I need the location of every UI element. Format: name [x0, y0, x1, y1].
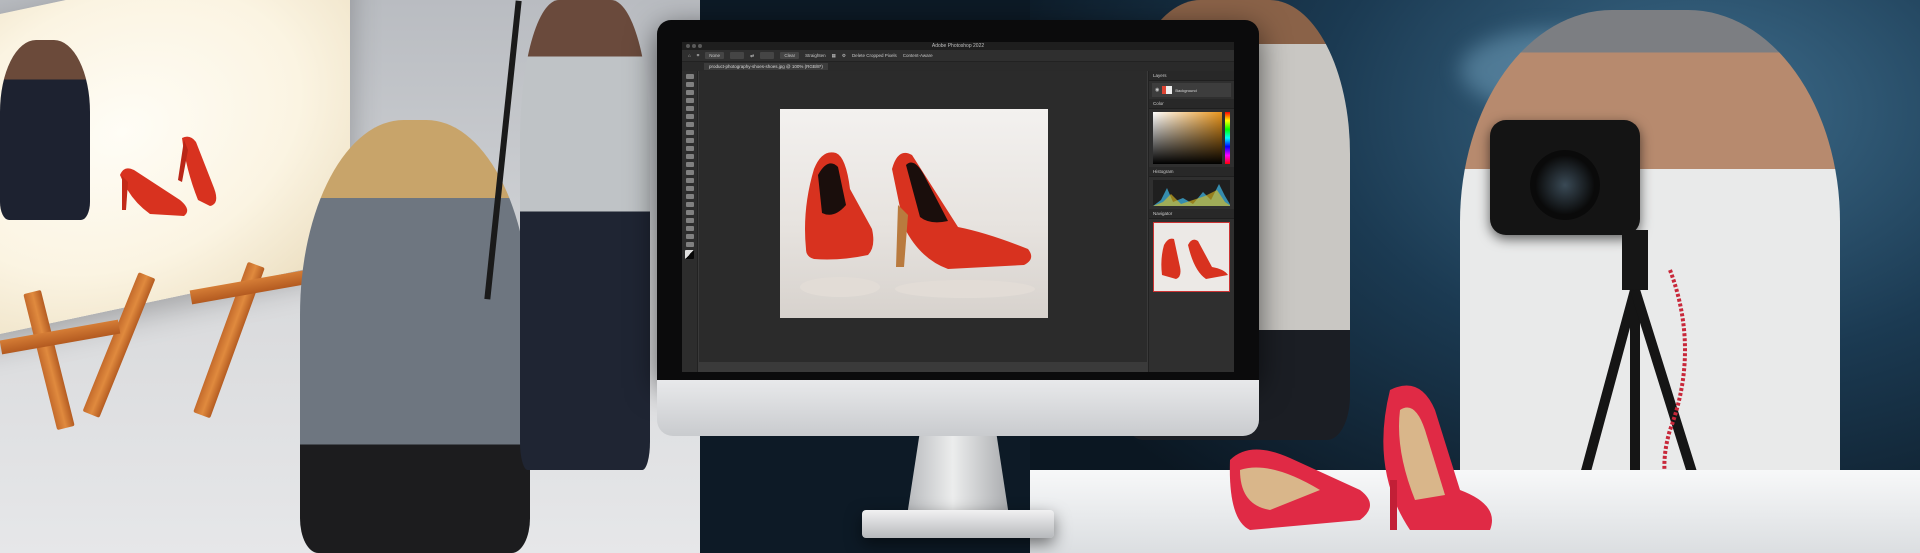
color-panel-title[interactable]: Color	[1149, 99, 1234, 109]
color-field[interactable]	[1153, 112, 1222, 164]
histogram-panel-title[interactable]: Histogram	[1149, 167, 1234, 177]
left-studio-photo	[0, 0, 700, 553]
ps-window-title: Adobe Photoshop 2022	[931, 43, 985, 49]
minimize-window-icon[interactable]	[692, 44, 696, 48]
layers-panel-title[interactable]: Layers	[1149, 71, 1234, 81]
hand-tool-icon[interactable]	[685, 226, 694, 231]
blur-tool-icon[interactable]	[685, 178, 694, 183]
layer-thumbnail	[1162, 86, 1173, 94]
zoom-tool-icon[interactable]	[685, 234, 694, 239]
red-heel-right	[178, 136, 217, 206]
monitor-chin	[657, 380, 1259, 436]
home-icon[interactable]: ⌂	[688, 53, 691, 58]
ps-title-bar: Adobe Photoshop 2022	[682, 42, 1234, 50]
ps-right-panels: Layers ◉ Background Color Histogram Navi…	[1148, 71, 1234, 372]
frame-tool-icon[interactable]	[685, 114, 694, 119]
lasso-tool-icon[interactable]	[685, 90, 694, 95]
camera	[1490, 120, 1640, 235]
monitor-stand-foot	[862, 510, 1054, 538]
eyedropper-tool-icon[interactable]	[685, 122, 694, 127]
maximize-window-icon[interactable]	[698, 44, 702, 48]
clone-stamp-icon[interactable]	[685, 146, 694, 151]
eraser-tool-icon[interactable]	[685, 162, 694, 167]
dodge-tool-icon[interactable]	[685, 186, 694, 191]
height-field[interactable]	[760, 52, 775, 59]
monitor-stand-neck	[907, 436, 1009, 516]
clear-button[interactable]: Clear	[780, 52, 800, 59]
red-heels-image	[800, 152, 1035, 298]
histogram-graph	[1153, 180, 1230, 206]
settings-gear-icon[interactable]: ⚙	[842, 53, 846, 59]
delete-cropped-checkbox[interactable]: Delete Cropped Pixels	[852, 53, 897, 58]
type-tool-icon[interactable]	[685, 202, 694, 207]
photoshop-window: Adobe Photoshop 2022 ⌂ ⌗ None ⇄ Clear St…	[682, 42, 1234, 372]
ps-options-bar: ⌂ ⌗ None ⇄ Clear Straighten ▦ ⚙ Delete C…	[682, 50, 1234, 62]
history-brush-icon[interactable]	[685, 154, 694, 159]
hero-banner: Adobe Photoshop 2022 ⌂ ⌗ None ⇄ Clear St…	[0, 0, 1920, 553]
camera-lens	[1530, 150, 1600, 220]
pink-heels-on-table	[1229, 385, 1492, 530]
marquee-tool-icon[interactable]	[685, 82, 694, 87]
monitor-bezel: Adobe Photoshop 2022 ⌂ ⌗ None ⇄ Clear St…	[657, 20, 1259, 380]
gradient-tool-icon[interactable]	[685, 170, 694, 175]
color-swatches-icon[interactable]	[685, 250, 694, 259]
brush-tool-icon[interactable]	[685, 138, 694, 143]
move-tool-icon[interactable]	[685, 74, 694, 79]
pen-tool-icon[interactable]	[685, 194, 694, 199]
ps-document-tabs: product-photography-shoes-shoes.jpg @ 10…	[682, 62, 1234, 71]
more-tools-icon[interactable]	[685, 242, 694, 247]
window-controls[interactable]	[686, 44, 702, 48]
quick-select-tool-icon[interactable]	[685, 98, 694, 103]
path-select-icon[interactable]	[685, 210, 694, 215]
rectangle-tool-icon[interactable]	[685, 218, 694, 223]
navigator-thumbnail[interactable]	[1153, 222, 1230, 292]
navigator-panel-title[interactable]: Navigator	[1149, 209, 1234, 219]
layer-row-background[interactable]: ◉ Background	[1152, 83, 1231, 97]
crop-tool-icon[interactable]: ⌗	[697, 53, 700, 58]
table-legs	[0, 250, 320, 431]
content-aware-checkbox[interactable]: Content-Aware	[903, 53, 933, 58]
healing-brush-icon[interactable]	[685, 130, 694, 135]
grid-overlay-icon[interactable]: ▦	[832, 53, 836, 59]
person-standing-assistant	[520, 0, 650, 470]
layer-name: Background	[1175, 87, 1197, 93]
ps-tools-panel	[682, 71, 698, 372]
width-field[interactable]	[730, 52, 745, 59]
visibility-eye-icon[interactable]: ◉	[1155, 87, 1159, 93]
product-photo-red-heels[interactable]	[780, 109, 1048, 318]
document-tab[interactable]: product-photography-shoes-shoes.jpg @ 10…	[704, 63, 828, 70]
imac-monitor: Adobe Photoshop 2022 ⌂ ⌗ None ⇄ Clear St…	[657, 20, 1259, 538]
preset-select[interactable]: None	[705, 52, 725, 59]
close-window-icon[interactable]	[686, 44, 690, 48]
straighten-button[interactable]: Straighten	[805, 53, 826, 58]
person-left-leaning	[0, 40, 90, 220]
color-picker[interactable]	[1153, 112, 1230, 164]
hue-slider[interactable]	[1225, 112, 1230, 164]
crop-tool-icon[interactable]	[685, 106, 694, 111]
swap-icon[interactable]: ⇄	[750, 53, 754, 59]
ps-canvas-area[interactable]	[699, 71, 1147, 362]
